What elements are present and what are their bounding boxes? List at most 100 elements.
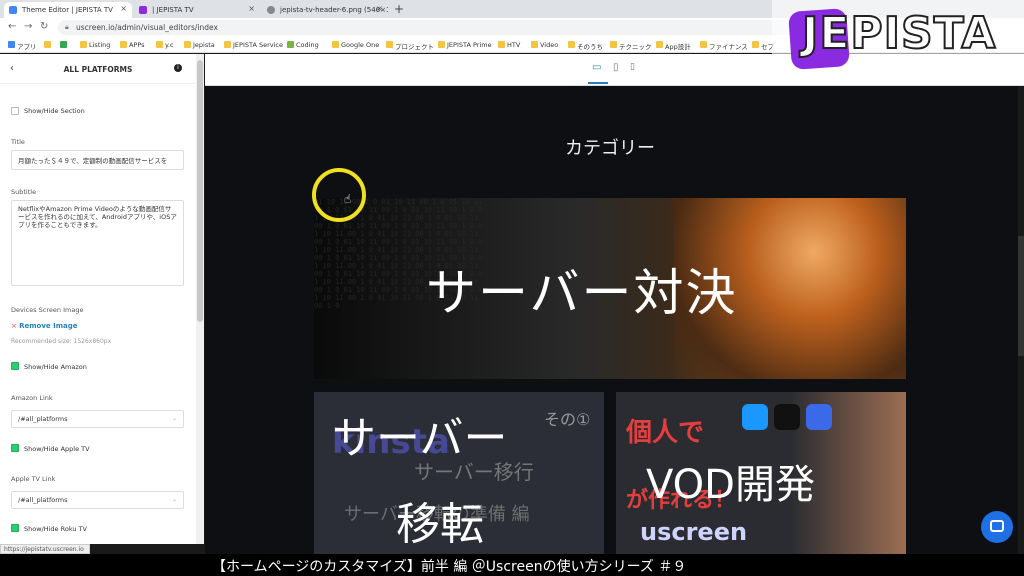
favicon-icon: [139, 6, 147, 14]
bookmark-item[interactable]: Jepista: [184, 41, 215, 49]
amazon-link-value: /#all_platforms: [18, 415, 68, 423]
category-section-title: カテゴリー: [565, 138, 655, 159]
uscreen-logo-text: uscreen: [640, 518, 748, 546]
tablet-icon[interactable]: ▯: [613, 62, 619, 73]
subtitle-textarea[interactable]: NetflixやAmazon Prime Videoのような動画配信サービスを作…: [11, 200, 184, 286]
close-icon[interactable]: ×: [376, 4, 383, 13]
bookmark-item[interactable]: セブ: [752, 41, 774, 51]
folder-icon: [120, 41, 127, 48]
tab-jepista-tv[interactable]: | JEPISTA TV ×: [134, 2, 260, 18]
netflix-icon: [774, 404, 800, 430]
bookmark-item[interactable]: HTV: [498, 41, 520, 49]
forward-arrow-icon[interactable]: →: [24, 21, 32, 32]
category-card-server-battle[interactable]: 01 10 11 00 1 0 01 10 11 00 1 0 01 10 11…: [314, 198, 906, 379]
chevron-down-icon: ⌄: [171, 496, 177, 503]
back-arrow-icon[interactable]: ←: [8, 21, 16, 32]
bookmark-item[interactable]: プロジェクト: [386, 41, 434, 51]
site-preview: ▭ ▯ ▯ カテゴリー 01 10 11 00 1 0 01 10 11 00 …: [205, 54, 1024, 554]
card-title: 移転: [396, 499, 484, 550]
chevron-down-icon: ⌄: [171, 415, 177, 422]
bookmark-item[interactable]: テクニック: [610, 41, 652, 51]
bookmark-item[interactable]: ファイナンス: [700, 41, 748, 51]
cursor-highlight: [312, 168, 366, 222]
sidebar-scrollbar[interactable]: [196, 54, 204, 544]
bookmark-item[interactable]: アプリ: [8, 41, 37, 51]
url-input[interactable]: 🔒︎ uscreen.io/admin/visual_editors/index: [58, 20, 828, 35]
tab-theme-editor[interactable]: Theme Editor | JEPISTA TV ×: [4, 2, 132, 18]
thumbnail-text: 個人で: [626, 418, 705, 448]
amazon-link-select[interactable]: /#all_platforms ⌄: [11, 410, 184, 428]
desktop-icon[interactable]: ▭: [592, 62, 601, 73]
bookmark-item[interactable]: JEPISTA Prime: [438, 41, 492, 49]
logo-text: JEPISTA: [801, 7, 997, 60]
show-hide-section-label: Show/Hide Section: [24, 107, 85, 115]
hand-cursor-icon: ☝: [344, 192, 352, 206]
bookmark-item[interactable]: JEPISTA Service: [224, 41, 283, 49]
code-icon: [287, 41, 294, 48]
prime-video-icon: [742, 404, 768, 430]
category-card-vod-development[interactable]: 個人で が作れる！ uscreen VOD開発: [616, 392, 906, 554]
show-hide-appletv-checkbox[interactable]: [11, 444, 19, 452]
jepista-logo: JEPISTA: [772, 0, 1024, 82]
card-title: サーバー: [332, 413, 508, 464]
app-icon: [806, 404, 832, 430]
bookmark-item[interactable]: y.c: [156, 41, 174, 49]
show-hide-section-checkbox[interactable]: [11, 107, 19, 115]
show-hide-amazon-checkbox[interactable]: [11, 362, 19, 370]
show-hide-amazon-label: Show/Hide Amazon: [24, 363, 87, 371]
bookmark-item[interactable]: Google One: [332, 41, 379, 49]
lock-icon: 🔒︎: [65, 23, 69, 31]
show-hide-appletv-label: Show/Hide Apple TV: [24, 445, 90, 453]
remove-image-label: Remove Image: [19, 322, 78, 330]
info-icon[interactable]: i: [174, 64, 182, 72]
close-icon[interactable]: ×: [120, 4, 127, 13]
show-hide-roku-checkbox[interactable]: [11, 524, 19, 532]
sheet-icon: [60, 41, 67, 48]
amazon-link-label: Amazon Link: [11, 394, 53, 402]
remove-image-link[interactable]: × Remove Image: [11, 322, 77, 330]
sidebar-header: ‹ ALL PLATFORMS i: [0, 54, 196, 84]
folder-icon: [44, 41, 51, 48]
bookmark-item[interactable]: App設計: [656, 41, 691, 51]
appletv-link-value: /#all_platforms: [18, 496, 68, 504]
chat-button[interactable]: [981, 511, 1013, 543]
folder-icon: [332, 41, 339, 48]
preview-scrollbar[interactable]: [1018, 86, 1024, 554]
folder-icon: [184, 41, 191, 48]
folder-icon: [568, 41, 575, 48]
new-tab-button[interactable]: +: [394, 2, 404, 16]
title-label: Title: [11, 138, 25, 146]
active-device-indicator: [588, 82, 608, 84]
bookmark-item[interactable]: APPs: [120, 41, 145, 49]
card-title: VOD開発: [646, 462, 815, 508]
mobile-icon[interactable]: ▯: [630, 62, 635, 72]
bookmark-item[interactable]: そのうち: [568, 41, 603, 51]
scrollbar-thumb[interactable]: [197, 60, 203, 322]
close-icon[interactable]: ×: [248, 4, 255, 13]
scrollbar-thumb[interactable]: [1018, 236, 1024, 356]
title-input[interactable]: 月額たった＄４９で、定額制の動画配信サービスを: [11, 150, 184, 170]
bookmark-item[interactable]: Coding: [287, 41, 319, 49]
tab-header-image[interactable]: jepista-tv-header-6.png (546×1 ×: [262, 2, 388, 18]
category-card-server-migration[interactable]: kinsta その① サーバー移行 サーバー移転の準備 編 サーバー 移転: [314, 392, 604, 554]
url-text: uscreen.io/admin/visual_editors/index: [76, 23, 218, 32]
folder-icon: [156, 41, 163, 48]
show-hide-roku-label: Show/Hide Roku TV: [24, 525, 87, 533]
tab-title: jepista-tv-header-6.png (546×1: [280, 6, 388, 14]
folder-icon: [438, 41, 445, 48]
appletv-link-label: Apple TV Link: [11, 475, 56, 483]
bookmark-item[interactable]: Listing: [80, 41, 110, 49]
thumbnail-text: その①: [544, 410, 591, 429]
favicon-icon: [9, 6, 17, 14]
devices-screen-image-label: Devices Screen Image: [11, 306, 84, 314]
reload-icon[interactable]: ↻: [40, 21, 48, 32]
globe-icon: [267, 6, 275, 14]
folder-icon: [656, 41, 663, 48]
appletv-link-select[interactable]: /#all_platforms ⌄: [11, 491, 184, 509]
bookmark-item[interactable]: Video: [531, 41, 558, 49]
status-url: https://jepistatv.uscreen.io: [0, 544, 90, 554]
folder-icon: [610, 41, 617, 48]
theme-editor-sidebar: ‹ ALL PLATFORMS i Show/Hide Section Titl…: [0, 54, 204, 544]
apps-icon: [8, 41, 15, 48]
folder-icon: [386, 41, 393, 48]
